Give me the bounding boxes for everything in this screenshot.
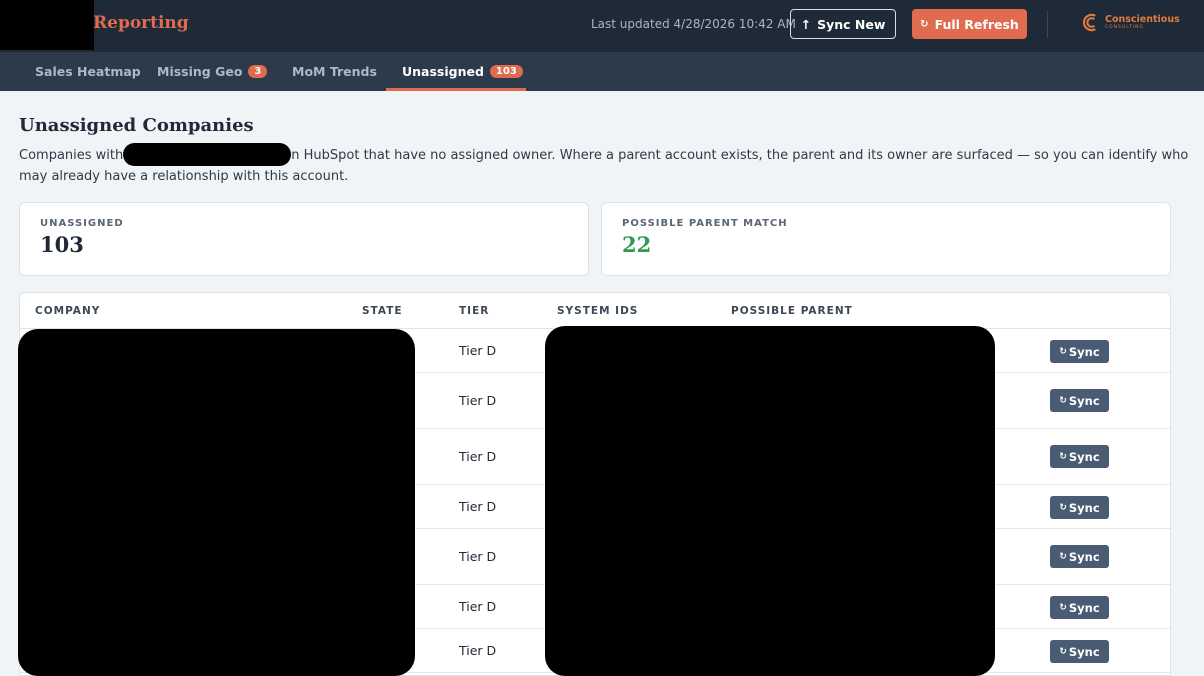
column-header-system-ids[interactable]: SYSTEM IDS [557,305,638,317]
refresh-icon: ↻ [1059,602,1067,613]
tier-cell: Tier D [459,599,497,614]
brand-name: Conscientious [1105,14,1180,25]
sync-label: Sync [1068,549,1100,564]
sync-label: Sync [1068,644,1100,659]
desc-start: Companies with [19,148,124,163]
full-refresh-label: Full Refresh [934,16,1019,32]
table-header: COMPANY STATE TIER SYSTEM IDS POSSIBLE P… [20,293,1170,329]
tab-label: Missing Geo [157,64,243,79]
refresh-icon: ↻ [1059,502,1067,513]
column-header-possible-parent[interactable]: POSSIBLE PARENT [731,305,853,317]
row-sync-button[interactable]: ↻ Sync [1050,640,1109,663]
tab-label: Sales Heatmap [35,64,141,79]
column-header-tier[interactable]: TIER [459,305,489,317]
tab-sales-heatmap[interactable]: Sales Heatmap [19,52,157,91]
row-sync-button[interactable]: ↻ Sync [1050,389,1109,412]
refresh-icon: ↻ [1059,451,1067,462]
sync-label: Sync [1068,500,1100,515]
unassigned-stat-card: UNASSIGNED 103 [19,202,589,276]
arrow-up-icon: ↑ [800,16,812,32]
tier-cell: Tier D [459,393,497,408]
tier-cell: Tier D [459,499,497,514]
stat-value: 103 [40,232,84,257]
sync-label: Sync [1068,393,1100,408]
tier-cell: Tier D [459,343,497,358]
stat-label: POSSIBLE PARENT MATCH [622,218,788,229]
app-title: Reporting [93,13,189,33]
tab-label: MoM Trends [292,64,377,79]
count-badge: 3 [248,65,268,78]
sync-label: Sync [1068,344,1100,359]
row-sync-button[interactable]: ↻ Sync [1050,445,1109,468]
tab-label: Unassigned [402,64,484,79]
refresh-icon: ↻ [920,18,929,30]
refresh-icon: ↻ [1059,395,1067,406]
parent-match-stat-card: POSSIBLE PARENT MATCH 22 [601,202,1171,276]
page-description: Companies with n HubSpot that have no ass… [19,143,1189,187]
full-refresh-button[interactable]: ↻ Full Refresh [912,9,1027,39]
row-sync-button[interactable]: ↻ Sync [1050,340,1109,363]
count-badge: 103 [489,65,523,78]
redacted-text [123,143,292,166]
tier-cell: Tier D [459,643,497,658]
refresh-icon: ↻ [1059,346,1067,357]
tier-cell: Tier D [459,449,497,464]
refresh-icon: ↻ [1059,646,1067,657]
redacted-ids-block [545,326,995,676]
row-sync-button[interactable]: ↻ Sync [1050,545,1109,568]
column-header-company[interactable]: COMPANY [35,305,100,317]
row-sync-button[interactable]: ↻ Sync [1050,496,1109,519]
brand-sub: CONSULTING [1105,24,1145,30]
refresh-icon: ↻ [1059,551,1067,562]
brand-mark-icon [1082,13,1096,32]
tab-mom-trends[interactable]: MoM Trends [276,52,393,91]
last-updated-text: Last updated 4/28/2026 10:42 AM [591,17,796,31]
tab-unassigned[interactable]: Unassigned 103 [386,52,526,91]
page-title: Unassigned Companies [19,115,254,136]
sync-new-label: Sync New [817,16,886,32]
column-header-state[interactable]: STATE [362,305,403,317]
tab-bar: Sales Heatmap Missing Geo 3 MoM Trends U… [0,52,1204,91]
top-bar: Reporting Last updated 4/28/2026 10:42 A… [0,0,1204,52]
sync-label: Sync [1068,600,1100,615]
sync-new-button[interactable]: ↑ Sync New [790,9,896,39]
header-divider [1047,11,1048,38]
tier-cell: Tier D [459,549,497,564]
stat-value: 22 [622,232,652,257]
row-sync-button[interactable]: ↻ Sync [1050,596,1109,619]
tab-missing-geo[interactable]: Missing Geo 3 [141,52,283,91]
stat-label: UNASSIGNED [40,218,124,229]
redacted-company-block [18,329,415,676]
brand-logo: Conscientious CONSULTING [1082,13,1180,32]
sync-label: Sync [1068,449,1100,464]
redacted-logo [0,0,94,50]
